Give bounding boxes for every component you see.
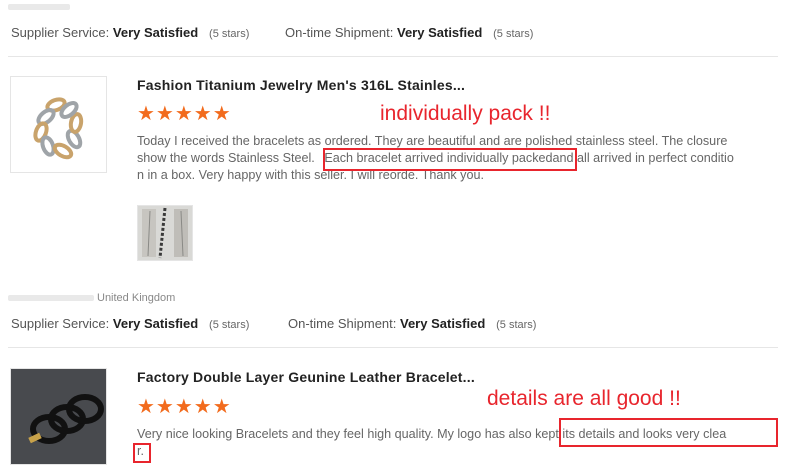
divider (8, 56, 778, 57)
product-thumbnail[interactable] (10, 368, 107, 465)
supplier-service-value: Very Satisfied (112, 25, 199, 40)
supplier-service-stars: (5 stars) (209, 319, 250, 331)
review-text-part: show the words Stainless Steel. (137, 151, 315, 165)
leather-bracelet-image (11, 369, 106, 464)
reviewer-name-blurred (8, 4, 70, 10)
star-rating: ★★★★★ (137, 396, 232, 418)
bracelet-image (11, 77, 106, 172)
shipment-value: Very Satisfied (400, 316, 486, 331)
supplier-service-stars: (5 stars) (209, 28, 250, 40)
supplier-service-value: Very Satisfied (112, 316, 199, 331)
reviewer-country: United Kingdom (97, 292, 176, 304)
packaged-bracelets-image (138, 206, 192, 260)
review-text-part: and all arrived in perfect conditio (552, 151, 734, 165)
highlight-box (559, 418, 778, 447)
shipment-label: On-time Shipment: (285, 25, 394, 40)
product-thumbnail[interactable] (10, 76, 107, 173)
review-text-part: Very nice looking Bracelets and they fee… (137, 427, 532, 441)
divider (8, 347, 778, 348)
review-photo[interactable] (137, 205, 193, 261)
highlight-box (323, 148, 577, 171)
supplier-service-label: Supplier Service: (11, 25, 110, 40)
shipment-rating: On-time Shipment: Very Satisfied (5 star… (288, 316, 536, 331)
highlight-box (133, 443, 151, 463)
supplier-service-rating: Supplier Service: Very Satisfied (5 star… (11, 25, 249, 40)
shipment-value: Very Satisfied (397, 25, 483, 40)
shipment-rating: On-time Shipment: Very Satisfied (5 star… (285, 25, 533, 40)
annotation-note: individually pack !! (380, 102, 551, 125)
reviewer-name-blurred (8, 295, 94, 301)
shipment-label: On-time Shipment: (288, 316, 397, 331)
supplier-service-label: Supplier Service: (11, 316, 110, 331)
star-rating: ★★★★★ (137, 103, 232, 125)
annotation-note: details are all good !! (487, 387, 681, 410)
shipment-stars: (5 stars) (496, 319, 537, 331)
product-title[interactable]: Factory Double Layer Geunine Leather Bra… (137, 369, 475, 385)
product-title[interactable]: Fashion Titanium Jewelry Men's 316L Stai… (137, 77, 465, 93)
shipment-stars: (5 stars) (493, 28, 534, 40)
supplier-service-rating: Supplier Service: Very Satisfied (5 star… (11, 316, 249, 331)
